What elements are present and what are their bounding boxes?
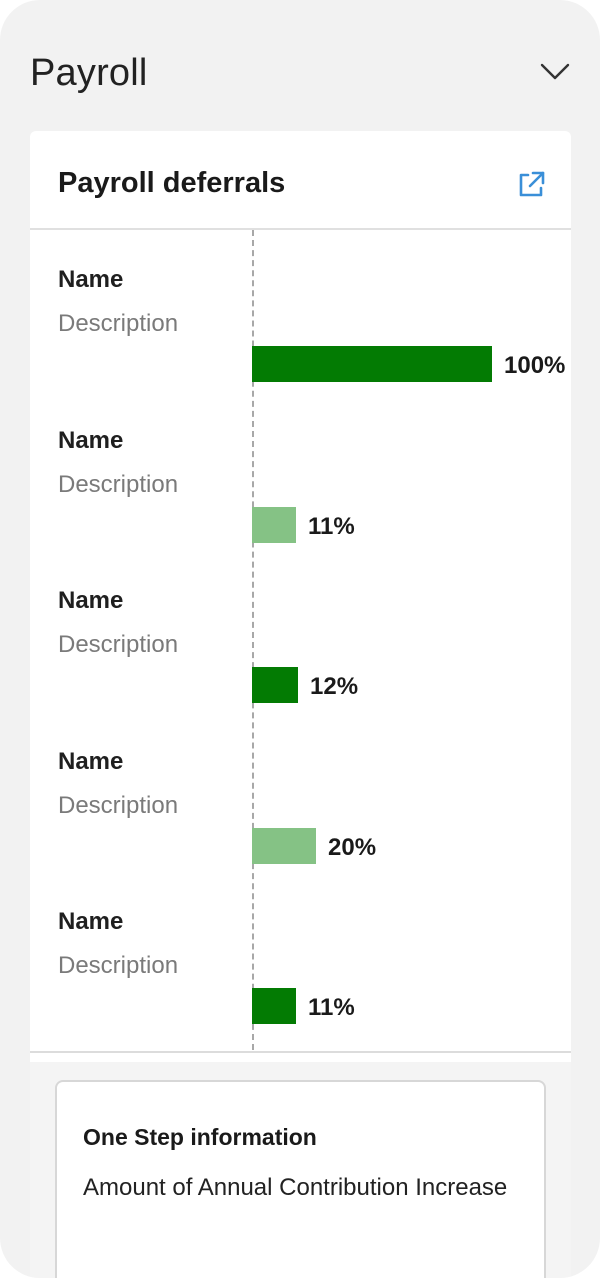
payroll-section-header[interactable]: Payroll: [30, 52, 572, 112]
percentage-label: 20%: [328, 833, 377, 861]
row-description: Description: [58, 952, 179, 979]
percentage-label: 12%: [310, 673, 359, 700]
row-description: Description: [58, 631, 179, 658]
deferral-bar: [252, 346, 492, 382]
external-link-icon[interactable]: [515, 169, 547, 201]
deferral-bar: [252, 988, 296, 1024]
row-name: Name: [58, 587, 124, 614]
phone-screen: Payroll Payroll deferrals Name Descriptio…: [0, 0, 600, 1278]
section-divider: [30, 1051, 571, 1053]
row-name: Name: [58, 908, 124, 935]
deferrals-bar-chart: Name Description 100% Name Description 11% Nam…: [30, 230, 571, 1050]
card-header: Payroll deferrals: [30, 131, 571, 230]
one-step-info-box[interactable]: One Step information Amount of Annual Co…: [55, 1080, 546, 1278]
section-title: Payroll: [30, 52, 148, 94]
row-description: Description: [58, 470, 179, 498]
row-name: Name: [58, 747, 124, 775]
row-description: Description: [58, 791, 179, 819]
row-name: Name: [58, 266, 124, 293]
payroll-deferrals-card: Payroll deferrals Name Description 100% Nam…: [30, 131, 571, 1278]
percentage-label: 11%: [308, 512, 355, 540]
deferral-bar: [252, 827, 316, 864]
chevron-down-icon[interactable]: [540, 56, 570, 86]
info-band: One Step information Amount of Annual Co…: [30, 1062, 571, 1278]
deferral-bar: [252, 667, 298, 703]
percentage-label: 100%: [504, 352, 566, 379]
row-name: Name: [58, 426, 124, 454]
info-text: Amount of Annual Contribution Increase: [83, 1174, 508, 1201]
percentage-label: 11%: [308, 994, 355, 1021]
deferral-bar: [252, 506, 296, 543]
card-title: Payroll deferrals: [58, 167, 286, 199]
info-title: One Step information: [83, 1124, 317, 1150]
row-description: Description: [58, 310, 179, 337]
